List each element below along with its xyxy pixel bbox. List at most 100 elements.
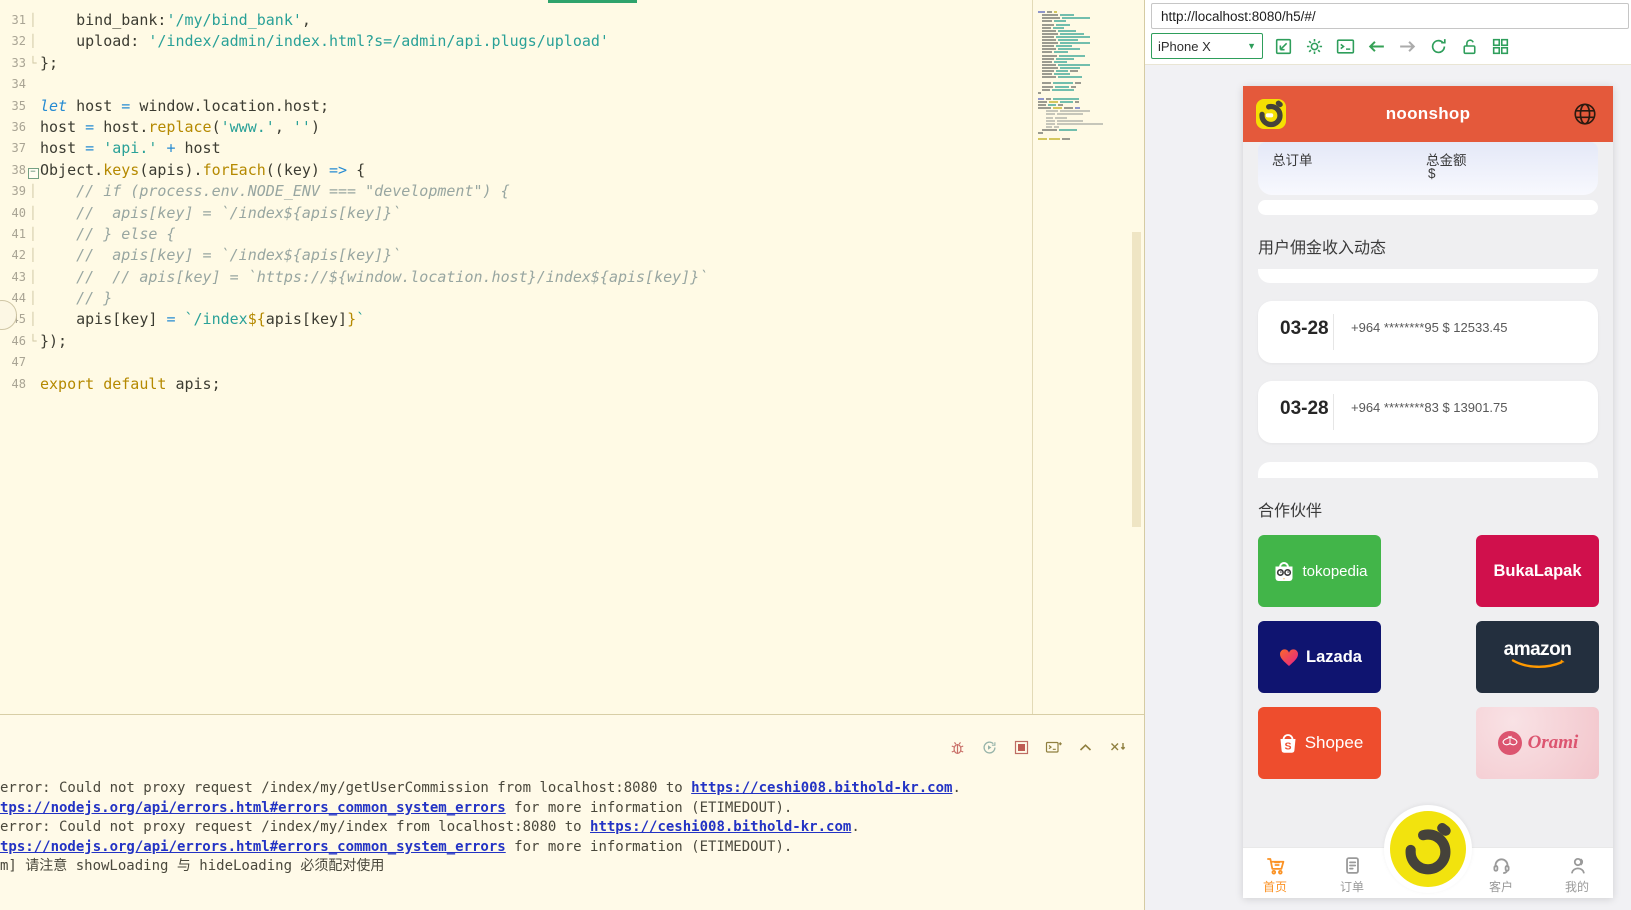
close-terminal-icon[interactable] xyxy=(1109,739,1126,756)
minimap-line xyxy=(1042,67,1082,69)
indent-guide: │ xyxy=(26,203,40,224)
preview-stage: noonshop 总订单总金额$ 用户佣金收入动态 03-28+964 ****… xyxy=(1145,64,1631,910)
minimap-line xyxy=(1038,101,1081,103)
terminal-line: tps://nodejs.org/api/errors.html#errors_… xyxy=(0,799,961,819)
code-line: 44│ // } xyxy=(0,288,708,309)
stop-icon[interactable] xyxy=(1013,739,1030,756)
nav-item-首页[interactable]: 首页 xyxy=(1243,853,1307,895)
code-line: 35let host = window.location.host; xyxy=(0,96,708,117)
terminal-line: tps://nodejs.org/api/errors.html#errors_… xyxy=(0,838,961,858)
line-number: 35 xyxy=(0,96,26,117)
partner-tile-orami[interactable]: Orami xyxy=(1476,707,1599,779)
minimap-line xyxy=(1038,104,1065,106)
code-line: 43│ // // apis[key] = `https://${window.… xyxy=(0,267,708,288)
terminal-text: for more information (ETIMEDOUT). xyxy=(506,800,793,816)
minimap-line xyxy=(1042,14,1076,16)
partner-name: BukaLapak xyxy=(1493,562,1581,581)
lazada-heart-icon xyxy=(1277,645,1301,669)
ide-window: 31│ bind_bank:'/my/bind_bank',32│ upload… xyxy=(0,0,1144,910)
nav-item-订单[interactable]: 订单 xyxy=(1320,853,1384,895)
line-number: 32 xyxy=(0,31,26,52)
nav-label: 首页 xyxy=(1243,878,1307,895)
minimap-line xyxy=(1042,86,1078,88)
line-number: 39 xyxy=(0,181,26,202)
code-text: bind_bank:'/my/bind_bank', xyxy=(40,10,311,31)
partner-tile-lazada[interactable]: Lazada xyxy=(1258,621,1381,693)
nav-label: 我的 xyxy=(1545,878,1609,895)
minimap-line xyxy=(1042,73,1072,75)
indent-guide xyxy=(26,74,40,95)
code-text: // // apis[key] = `https://${window.loca… xyxy=(40,267,708,288)
partner-name: Orami xyxy=(1528,732,1579,754)
minimap-line xyxy=(1042,89,1076,91)
unlock-icon[interactable] xyxy=(1459,36,1480,57)
terminal-text: . xyxy=(851,819,859,835)
noon-center-button[interactable]: noon xyxy=(1390,811,1466,887)
line-number: 47 xyxy=(0,352,26,373)
terminal-link[interactable]: tps://nodejs.org/api/errors.html#errors_… xyxy=(0,800,506,816)
new-terminal-icon[interactable] xyxy=(1045,739,1062,756)
console-icon[interactable] xyxy=(1335,36,1356,57)
indent-guide: │ xyxy=(26,309,40,330)
minimap[interactable] xyxy=(1036,4,1128,710)
back-arrow-icon[interactable] xyxy=(1366,36,1387,57)
code-line: 40│ // apis[key] = `/index${apis[key]}` xyxy=(0,203,708,224)
minimap-line xyxy=(1042,33,1086,35)
active-tab-indicator xyxy=(548,0,637,3)
terminal-text: for more information (ETIMEDOUT). xyxy=(506,839,793,855)
minimap-line xyxy=(1042,129,1079,131)
globe-language-icon[interactable] xyxy=(1572,101,1598,127)
fold-icon[interactable]: − xyxy=(28,168,39,179)
line-number: 34 xyxy=(0,74,26,95)
code-line: 38−Object.keys(apis).forEach((key) => { xyxy=(0,160,708,181)
terminal-line: m] 请注意 showLoading 与 hideLoading 必须配对使用 xyxy=(0,857,961,877)
code-text: Object.keys(apis).forEach((key) => { xyxy=(40,160,365,181)
line-number: 46 xyxy=(0,331,26,352)
code-editor[interactable]: 31│ bind_bank:'/my/bind_bank',32│ upload… xyxy=(0,0,1032,714)
editor-scrollbar[interactable] xyxy=(1132,232,1141,527)
terminal-link[interactable]: https://ceshi008.bithold-kr.com xyxy=(691,780,952,796)
collapse-icon[interactable] xyxy=(1077,739,1094,756)
code-lines: 31│ bind_bank:'/my/bind_bank',32│ upload… xyxy=(0,10,708,395)
indent-guide: │ xyxy=(26,245,40,266)
terminal-line: error: Could not proxy request /index/my… xyxy=(0,779,961,799)
partner-tile-shopee[interactable]: SShopee xyxy=(1258,707,1381,779)
minimap-line xyxy=(1042,58,1076,60)
partner-name: Shopee xyxy=(1305,733,1364,753)
stat-label: 总订单 xyxy=(1272,149,1313,169)
partner-tile-bukalapak[interactable]: BukaLapak xyxy=(1476,535,1599,607)
terminal-link[interactable]: https://ceshi008.bithold-kr.com xyxy=(590,819,851,835)
device-select[interactable]: iPhone X ▼ xyxy=(1151,33,1263,59)
grid-devices-icon[interactable] xyxy=(1490,36,1511,57)
minimap-line xyxy=(1046,120,1085,122)
terminal-line: error: Could not proxy request /index/my… xyxy=(0,818,961,838)
terminal-text: m] 请注意 showLoading 与 hideLoading 必须配对使用 xyxy=(0,858,384,874)
line-number: 36 xyxy=(0,117,26,138)
terminal-text: error: Could not proxy request /index/my… xyxy=(0,780,691,796)
terminal-link[interactable]: tps://nodejs.org/api/errors.html#errors_… xyxy=(0,839,506,855)
code-line: 48export default apis; xyxy=(0,374,708,395)
partner-tile-amazon[interactable]: amazon xyxy=(1476,621,1599,693)
settings-gear-icon[interactable] xyxy=(1304,36,1325,57)
commission-date: 03-28 xyxy=(1280,398,1329,420)
partner-tile-tokopedia[interactable]: tokopedia xyxy=(1258,535,1381,607)
nav-item-客户[interactable]: 客户 xyxy=(1469,853,1533,895)
minimap-line xyxy=(1042,42,1092,44)
forward-arrow-icon[interactable] xyxy=(1397,36,1418,57)
debug-icon[interactable] xyxy=(949,739,966,756)
nav-item-我的[interactable]: 我的 xyxy=(1545,853,1609,895)
code-line: 42│ // apis[key] = `/index${apis[key]}` xyxy=(0,245,708,266)
url-input[interactable] xyxy=(1151,3,1629,29)
indent-guide: │ xyxy=(26,267,40,288)
open-external-icon[interactable] xyxy=(1273,36,1294,57)
commission-card[interactable]: 03-28+964 ********83 $ 13901.75 xyxy=(1258,381,1598,443)
refresh-icon[interactable] xyxy=(1428,36,1449,57)
indent-guide xyxy=(26,138,40,159)
rerun-icon[interactable] xyxy=(981,739,998,756)
partners-heading: 合作伙伴 xyxy=(1258,497,1322,521)
terminal-text: error: Could not proxy request /index/my… xyxy=(0,819,590,835)
partner-name: tokopedia xyxy=(1302,563,1367,580)
commission-card[interactable]: 03-28+964 ********95 $ 12533.45 xyxy=(1258,301,1598,363)
code-line: 37host = 'api.' + host xyxy=(0,138,708,159)
minimap-line xyxy=(1042,61,1069,63)
